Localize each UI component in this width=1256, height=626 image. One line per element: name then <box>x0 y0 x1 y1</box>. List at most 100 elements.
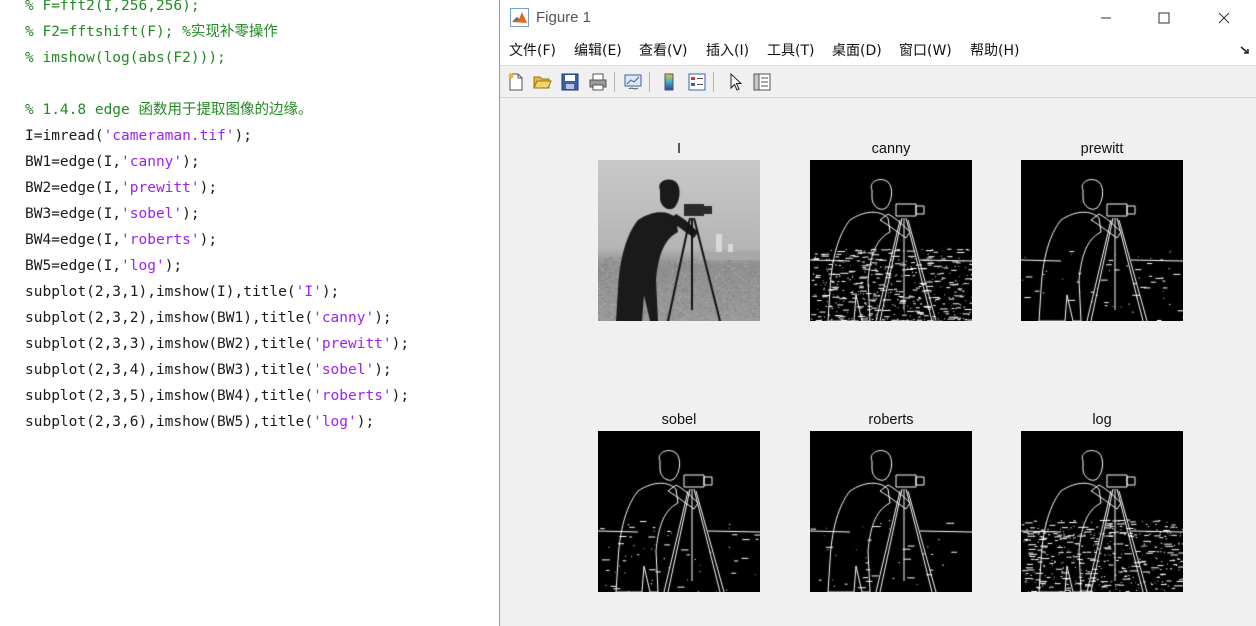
subplot-title: log <box>1092 412 1112 428</box>
menu-desktop[interactable]: 桌面(D) <box>832 36 882 66</box>
code-text: BW2=edge(I, <box>25 180 122 196</box>
code-text: ); <box>391 388 410 404</box>
subplot-title: roberts <box>868 412 914 428</box>
code-line[interactable]: subplot(2,3,2),imshow(BW1),title('canny'… <box>25 305 392 331</box>
code-text: subplot(2,3,3),imshow(BW2),title( <box>25 336 314 352</box>
code-text: I=imread( <box>25 128 104 144</box>
legend-button[interactable] <box>685 70 709 94</box>
code-line[interactable]: % F=fft2(I,256,256); <box>25 0 200 19</box>
canny-edge-image <box>810 160 972 321</box>
code-text: ); <box>391 336 410 352</box>
open-file-button[interactable] <box>530 70 554 94</box>
code-string: 'I' <box>295 284 322 300</box>
subplot-title: prewitt <box>1080 141 1124 157</box>
code-line[interactable]: BW3=edge(I,'sobel'); <box>25 201 200 227</box>
subplot-title: I <box>676 141 682 157</box>
code-string: 'sobel' <box>121 206 183 222</box>
maximize-icon <box>1158 12 1170 24</box>
menu-file[interactable]: 文件(F) <box>509 36 556 66</box>
minimize-button[interactable] <box>1077 0 1135 36</box>
subplot-3[interactable]: prewitt <box>1021 139 1183 321</box>
subplot-5[interactable]: roberts <box>810 410 972 592</box>
menu-view[interactable]: 查看(V) <box>639 36 688 66</box>
code-text: subplot(2,3,4),imshow(BW3),title( <box>25 362 314 378</box>
code-text: ); <box>374 310 392 326</box>
code-line[interactable]: BW1=edge(I,'canny'); <box>25 149 200 175</box>
code-text: ); <box>164 258 183 274</box>
code-comment: % 1.4.8 edge 函数用于提取图像的边缘。 <box>25 102 313 118</box>
subplot-1[interactable]: I <box>598 139 760 321</box>
code-string: 'sobel' <box>313 362 375 378</box>
menu-window[interactable]: 窗口(W) <box>899 36 952 66</box>
link-plot-button[interactable] <box>621 70 645 94</box>
print-button[interactable] <box>586 70 610 94</box>
menu-tools[interactable]: 工具(T) <box>767 36 814 66</box>
print-icon <box>589 73 607 91</box>
code-string: 'prewitt' <box>121 180 200 196</box>
colorbar-button[interactable] <box>657 70 681 94</box>
code-line[interactable]: subplot(2,3,3),imshow(BW2),title('prewit… <box>25 331 409 357</box>
property-editor-button[interactable] <box>750 70 774 94</box>
code-string: 'cameraman.tif' <box>103 128 235 144</box>
code-string: 'canny' <box>313 310 375 326</box>
code-string: 'prewitt' <box>313 336 392 352</box>
code-text: subplot(2,3,5),imshow(BW4),title( <box>25 388 314 404</box>
close-button[interactable] <box>1195 0 1253 36</box>
toolbar-separator <box>649 72 650 92</box>
code-line[interactable]: % F2=fftshift(F); %实现补零操作 <box>25 19 278 45</box>
figure-toolbar <box>500 66 1256 98</box>
code-line[interactable]: BW5=edge(I,'log'); <box>25 253 182 279</box>
prewitt-edge-image <box>1021 160 1183 321</box>
code-text: ); <box>182 154 200 170</box>
code-line[interactable]: BW4=edge(I,'roberts'); <box>25 227 217 253</box>
subplot-6[interactable]: log <box>1021 410 1183 592</box>
save-icon <box>561 73 579 91</box>
menu-insert[interactable]: 插入(I) <box>706 36 749 66</box>
code-string: 'log' <box>121 258 165 274</box>
code-text: ); <box>356 414 375 430</box>
menu-help[interactable]: 帮助(H) <box>970 36 1019 66</box>
code-string: 'roberts' <box>313 388 392 404</box>
code-text: BW4=edge(I, <box>25 232 122 248</box>
code-line[interactable]: I=imread('cameraman.tif'); <box>25 123 252 149</box>
close-icon <box>1218 12 1230 24</box>
code-line[interactable]: % imshow(log(abs(F2))); <box>25 45 226 71</box>
toolbar-separator <box>713 72 714 92</box>
code-text: ); <box>199 180 218 196</box>
code-line[interactable]: BW2=edge(I,'prewitt'); <box>25 175 217 201</box>
code-text: ); <box>234 128 252 144</box>
menu-bar: 文件(F) 编辑(E) 查看(V) 插入(I) 工具(T) 桌面(D) 窗口(W… <box>500 36 1256 66</box>
select-arrow-button[interactable] <box>724 70 748 94</box>
menu-edit[interactable]: 编辑(E) <box>574 36 622 66</box>
code-text: BW1=edge(I, <box>25 154 122 170</box>
subplot-4[interactable]: sobel <box>598 410 760 592</box>
maximize-button[interactable] <box>1135 0 1193 36</box>
code-text: ); <box>374 362 392 378</box>
sobel-edge-image <box>598 431 760 592</box>
code-comment: % F=fft2(I,256,256); <box>25 0 200 14</box>
code-line[interactable]: subplot(2,3,6),imshow(BW5),title('log'); <box>25 409 374 435</box>
subplot-title: sobel <box>661 412 697 428</box>
property-editor-icon <box>753 73 771 91</box>
code-line[interactable]: subplot(2,3,1),imshow(I),title('I'); <box>25 279 339 305</box>
new-figure-button[interactable] <box>504 70 528 94</box>
subplot-2[interactable]: canny <box>810 139 972 321</box>
figure-titlebar[interactable]: Figure 1 <box>500 0 1256 36</box>
code-string: 'log' <box>313 414 357 430</box>
roberts-edge-image <box>810 431 972 592</box>
minimize-icon <box>1101 17 1111 19</box>
code-line[interactable]: subplot(2,3,5),imshow(BW4),title('robert… <box>25 383 409 409</box>
subplot-title: canny <box>871 141 911 157</box>
matlab-logo-icon <box>510 8 529 27</box>
toolbar-separator <box>614 72 615 92</box>
code-string: 'roberts' <box>121 232 200 248</box>
code-comment: % imshow(log(abs(F2))); <box>25 50 226 66</box>
dock-arrow-icon[interactable] <box>1238 43 1252 57</box>
code-editor[interactable]: % F=fft2(I,256,256); % F2=fftshift(F); %实… <box>0 0 500 626</box>
log-edge-image <box>1021 431 1183 592</box>
code-line[interactable]: subplot(2,3,4),imshow(BW3),title('sobel'… <box>25 357 392 383</box>
code-text: subplot(2,3,6),imshow(BW5),title( <box>25 414 314 430</box>
save-button[interactable] <box>558 70 582 94</box>
code-line[interactable]: % 1.4.8 edge 函数用于提取图像的边缘。 <box>25 97 313 123</box>
select-arrow-icon <box>730 72 743 91</box>
